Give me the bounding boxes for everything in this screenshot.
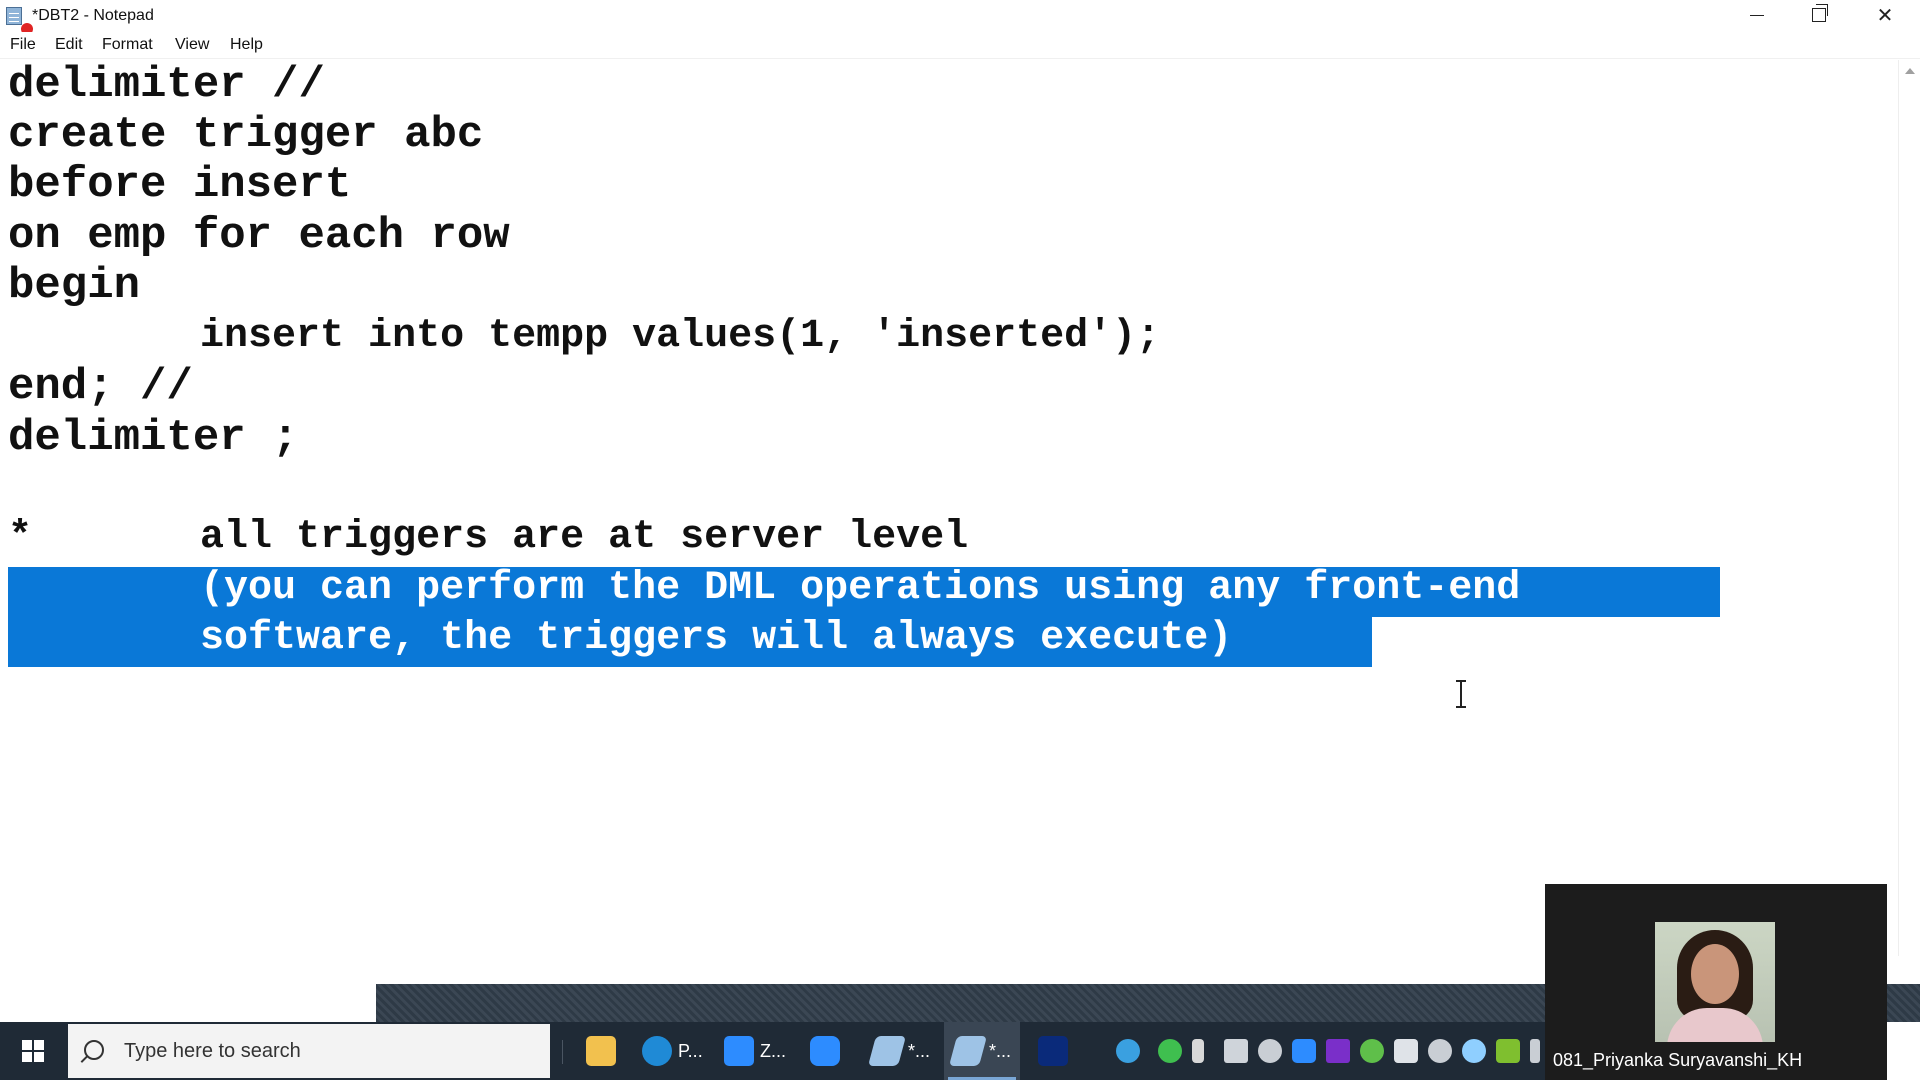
editor-line: create trigger abc (8, 110, 484, 160)
taskbar-app-chart[interactable] (1038, 1022, 1068, 1080)
security-check-icon[interactable] (1158, 1039, 1182, 1063)
vertical-scrollbar[interactable] (1898, 60, 1920, 956)
menu-format[interactable]: Format (102, 36, 153, 54)
participant-name: 081_Priyanka Suryavanshi_KH (1553, 1050, 1803, 1070)
chart-app-icon (1038, 1036, 1068, 1066)
taskbar-app-notepad-active[interactable]: *... (944, 1022, 1020, 1080)
shield-icon[interactable] (1394, 1039, 1418, 1063)
restore-icon (1812, 4, 1828, 22)
zoom-meeting-icon (810, 1036, 840, 1066)
taskbar-app-label: P... (678, 1040, 703, 1061)
taskbar-app-label: *... (908, 1040, 931, 1061)
help-icon[interactable] (1116, 1039, 1140, 1063)
close-icon: ✕ (1876, 4, 1894, 27)
editor-line: * all triggers are at server level (8, 515, 969, 560)
snowflake-icon[interactable] (1462, 1039, 1486, 1063)
notepad-icon[interactable] (6, 5, 33, 35)
editor-line: begin (8, 261, 141, 311)
taskbar-app-label: *... (988, 1040, 1011, 1061)
taskbar-app-notepad[interactable]: *... (867, 1022, 931, 1080)
windows-icon (22, 1040, 44, 1062)
scroll-up-icon[interactable] (1905, 68, 1915, 74)
taskbar-search[interactable]: Type here to search (68, 1024, 550, 1078)
menu-bar: File Edit Format View Help (0, 32, 1920, 59)
nvidia-icon[interactable] (1496, 1039, 1520, 1063)
divider (562, 1040, 563, 1064)
zoom-tray-icon[interactable] (1292, 1039, 1316, 1063)
wifi-icon[interactable] (1428, 1039, 1452, 1063)
editor-line: delimiter ; (8, 413, 299, 463)
file-explorer-icon (586, 1036, 616, 1066)
menu-view[interactable]: View (175, 36, 209, 54)
text-cursor-icon (1456, 680, 1466, 708)
menu-edit[interactable]: Edit (55, 36, 83, 54)
text-editor[interactable]: delimiter // create trigger abc before i… (0, 60, 1898, 956)
selected-line: (you can perform the DML operations usin… (8, 566, 1521, 611)
participant-video (1655, 922, 1775, 1042)
edge-icon (642, 1036, 672, 1066)
editor-line: delimiter // (8, 60, 325, 110)
notepad-icon (948, 1036, 988, 1066)
start-button[interactable] (0, 1022, 66, 1080)
taskbar-app-file-explorer[interactable] (586, 1022, 616, 1080)
notepad-icon (867, 1036, 907, 1066)
taskbar-app-label: Z... (760, 1040, 786, 1061)
editor-line: end; // (8, 362, 193, 412)
window-title: *DBT2 - Notepad (32, 7, 154, 24)
usb-icon[interactable] (1224, 1039, 1248, 1063)
zoom-icon (724, 1036, 754, 1066)
taskbar-app-zoom[interactable]: Z... (724, 1022, 786, 1080)
editor-line: before insert (8, 160, 352, 210)
steam-icon[interactable] (1258, 1039, 1282, 1063)
video-tile[interactable]: 081_Priyanka Suryavanshi_KH (1545, 884, 1887, 1080)
selected-line: software, the triggers will always execu… (8, 616, 1233, 661)
editor-line: on emp for each row (8, 211, 510, 261)
title-bar: *DBT2 - Notepad ✕ (0, 0, 1920, 35)
update-icon[interactable] (1360, 1039, 1384, 1063)
restore-button[interactable] (1788, 0, 1850, 30)
editor-line: insert into tempp values(1, 'inserted'); (8, 314, 1161, 359)
menu-file[interactable]: File (10, 36, 36, 54)
search-icon (84, 1040, 104, 1060)
minimize-icon (1750, 14, 1764, 16)
menu-help[interactable]: Help (230, 36, 263, 54)
device-icon[interactable] (1530, 1039, 1540, 1063)
taskbar-app-edge[interactable]: P... (642, 1022, 703, 1080)
taskbar-app-zoom-meeting[interactable] (810, 1022, 840, 1080)
search-placeholder: Type here to search (124, 1040, 301, 1062)
microphone-icon[interactable] (1192, 1039, 1204, 1063)
close-button[interactable]: ✕ (1854, 0, 1916, 30)
onenote-icon[interactable] (1326, 1039, 1350, 1063)
minimize-button[interactable] (1726, 0, 1788, 30)
taskbar: Type here to search P... Z... *... *... (0, 1022, 1545, 1080)
